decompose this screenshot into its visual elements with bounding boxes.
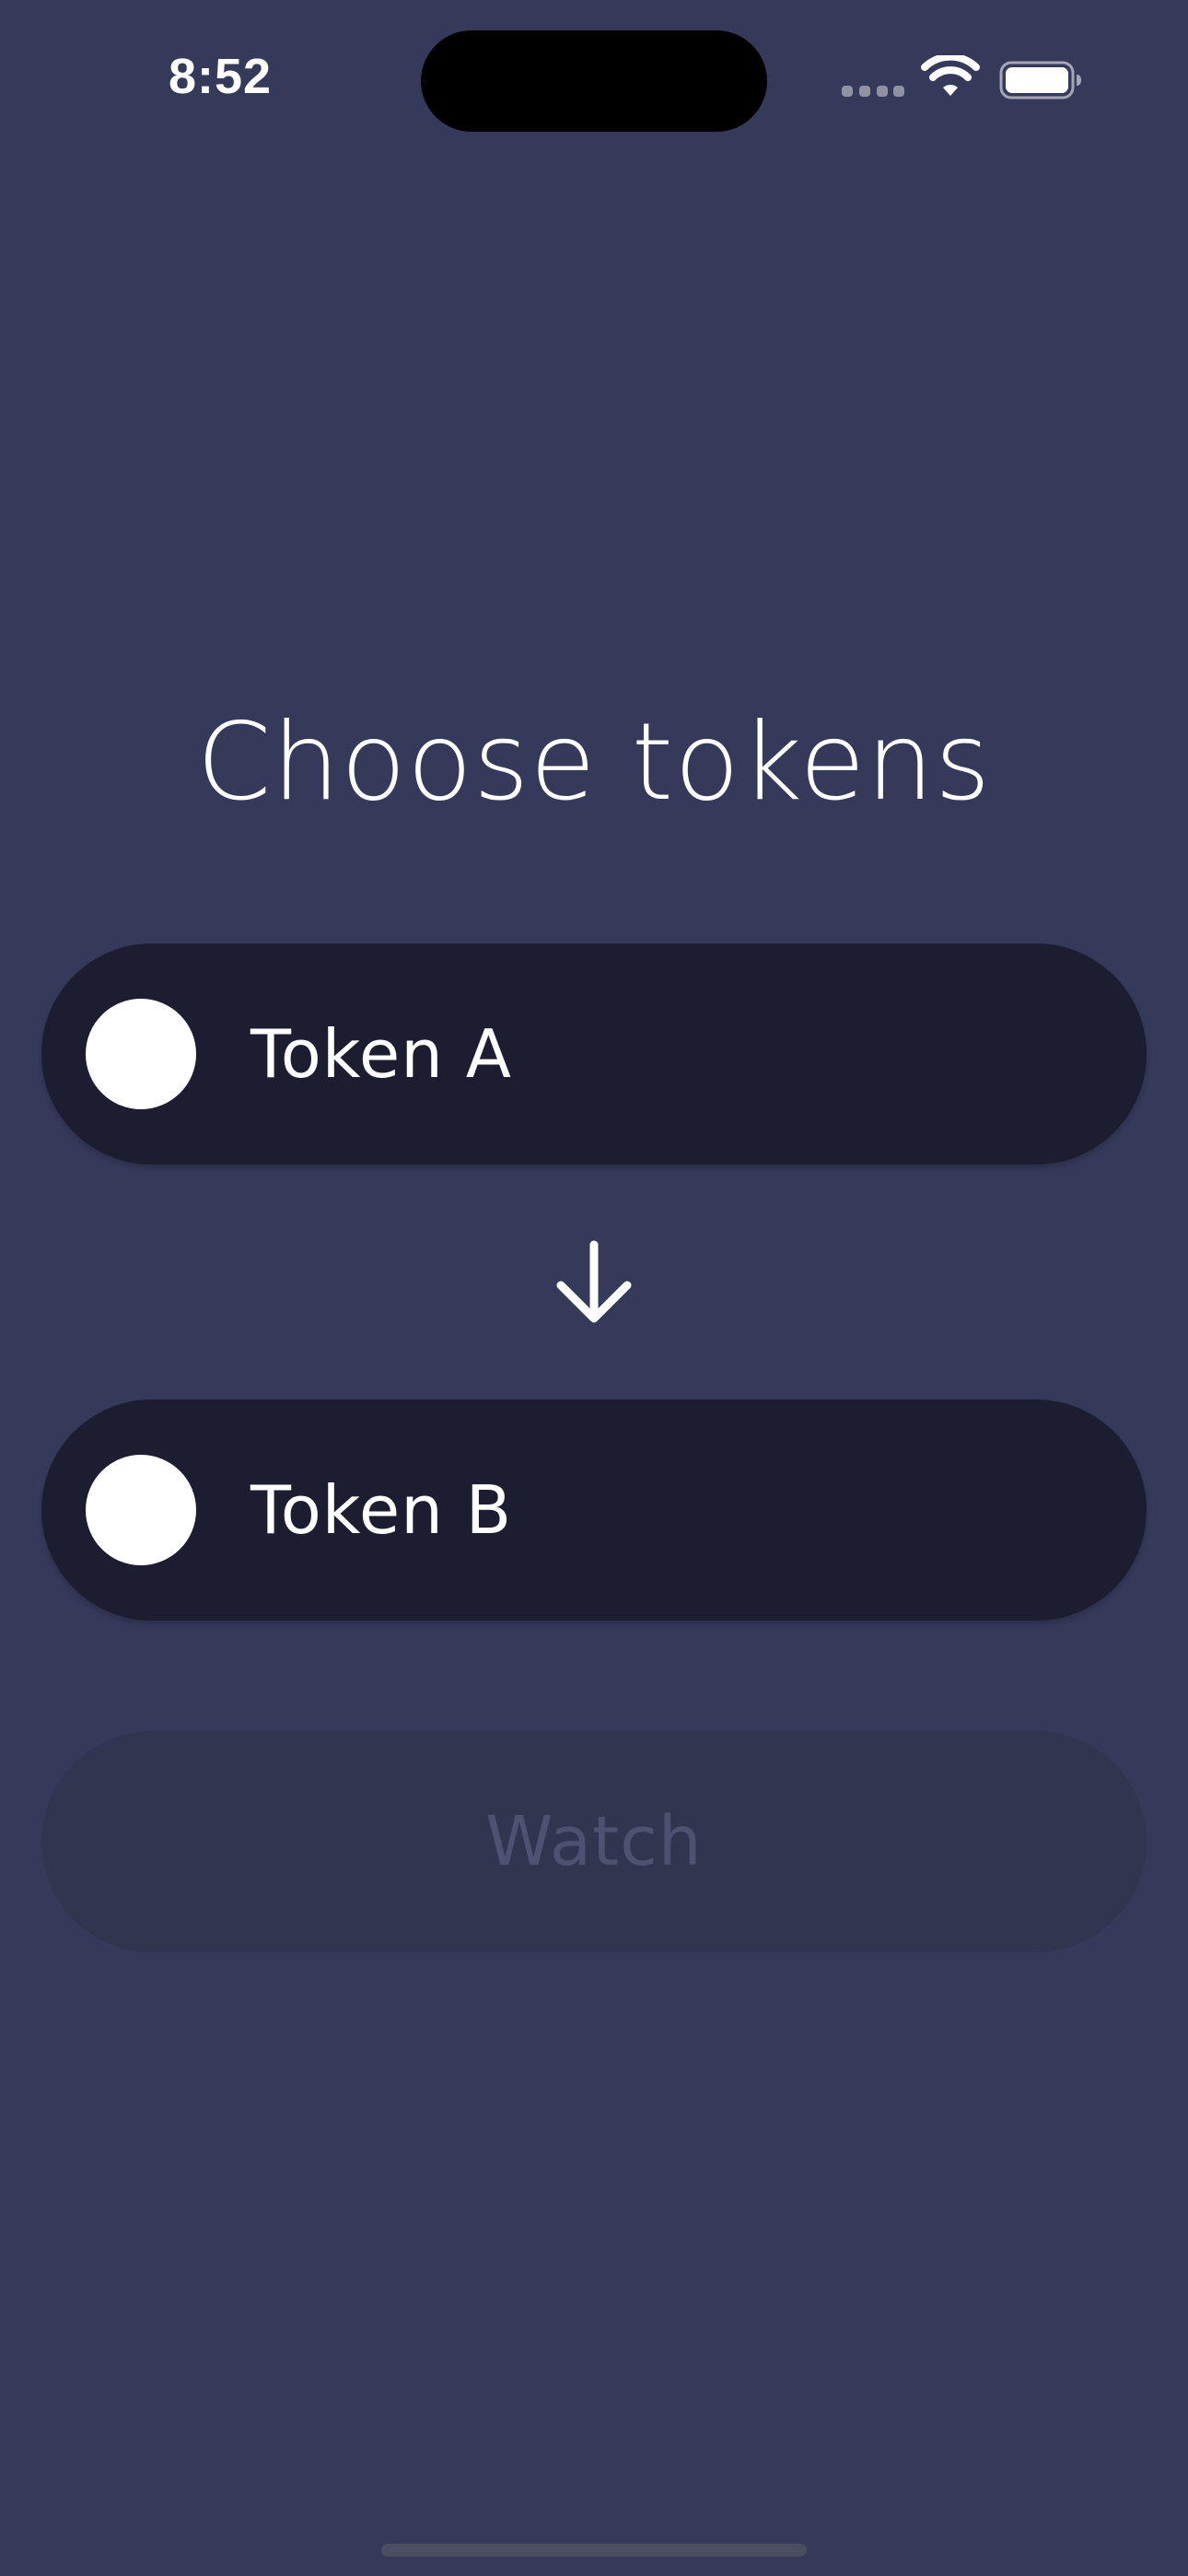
wifi-icon [921,55,980,96]
token-placeholder-icon [86,999,196,1109]
arrow-down-icon [556,1240,632,1323]
token-placeholder-icon [86,1455,196,1565]
home-indicator[interactable] [381,2544,807,2557]
page-title: Choose tokens [196,700,992,825]
battery-icon [999,61,1081,100]
watch-button[interactable]: Watch [41,1731,1147,1952]
status-time: 8:52 [169,49,273,104]
token-a-label: Token A [250,1015,512,1093]
token-b-label: Token B [250,1471,513,1549]
dynamic-island [421,30,767,132]
cellular-signal-icon [842,86,904,97]
token-a-selector[interactable]: Token A [41,943,1147,1165]
token-b-selector[interactable]: Token B [41,1399,1147,1621]
